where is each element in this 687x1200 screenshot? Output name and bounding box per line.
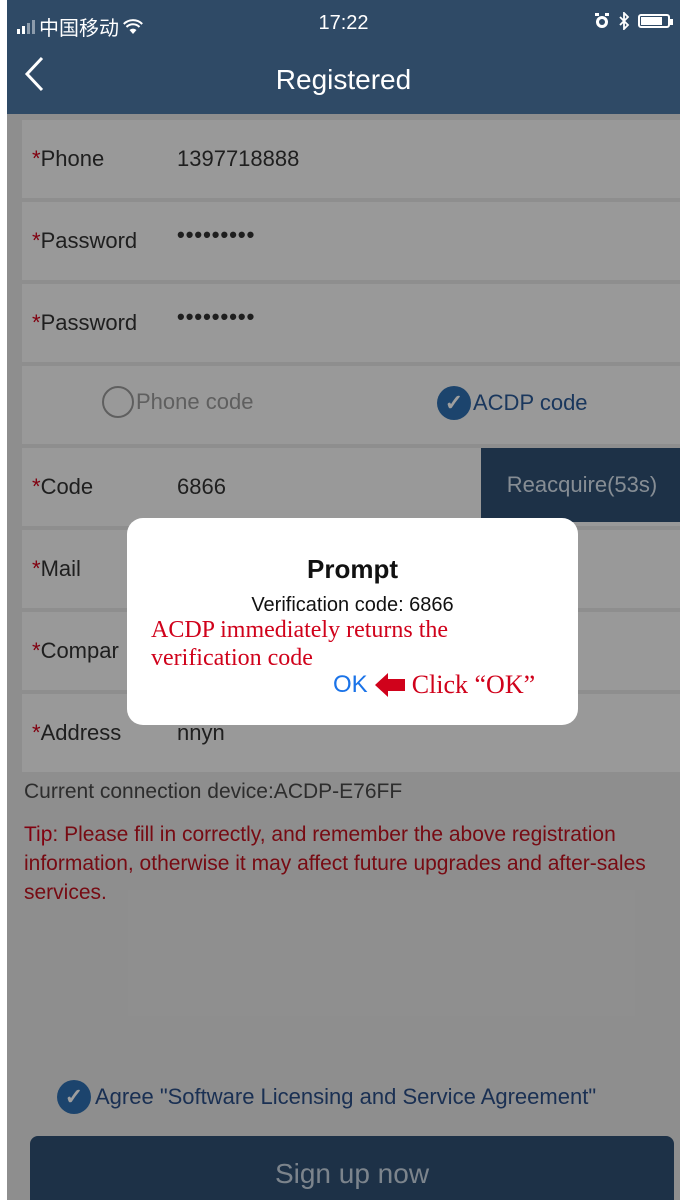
ok-button[interactable]: OK — [333, 671, 368, 699]
annotation-line-2: verification code — [151, 645, 313, 671]
annotation-line-1: ACDP immediately returns the — [151, 617, 449, 643]
nav-bar: Registered — [7, 44, 680, 114]
battery-icon — [638, 14, 673, 28]
page-title: Registered — [275, 64, 412, 95]
status-bar: 中国移动 17:22 — [7, 0, 680, 44]
alarm-icon — [595, 13, 609, 28]
status-right — [594, 12, 673, 30]
phone-screen: 中国移动 17:22 Registered *Phone 1397718888 … — [7, 0, 680, 1200]
dialog-title: Prompt — [307, 554, 398, 584]
arrow-left-icon — [374, 672, 406, 698]
ok-row: OK Click “OK” — [333, 670, 535, 700]
click-annotation: Click “OK” — [411, 670, 536, 699]
annotation-text: ACDP immediately returns the verificatio… — [151, 616, 561, 672]
prompt-dialog: Prompt Verification code: 6866 ACDP imme… — [127, 518, 578, 725]
status-time: 17:22 — [318, 12, 369, 34]
dialog-message: Verification code: 6866 — [251, 594, 454, 616]
bluetooth-icon — [619, 12, 630, 30]
